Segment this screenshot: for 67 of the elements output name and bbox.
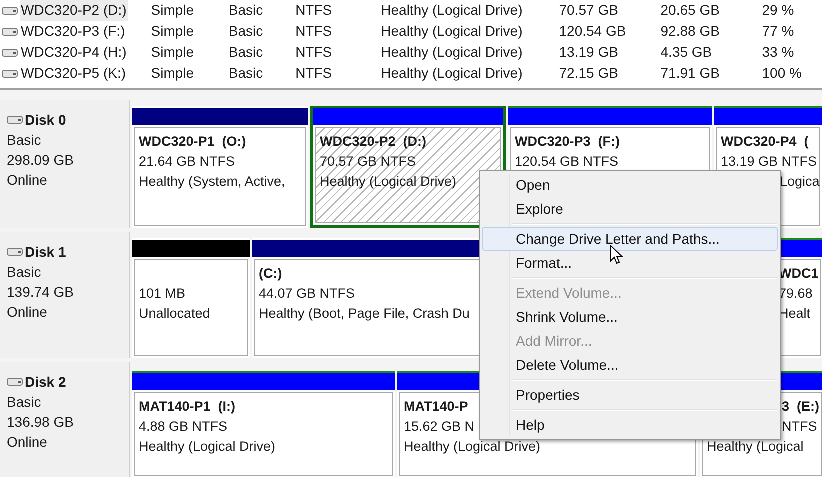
partition-status: Logica <box>779 173 820 191</box>
disk-name: Disk 2 <box>25 373 66 392</box>
partition-size: 79.68 <box>779 285 813 303</box>
table-cell-text: Basic <box>228 22 264 41</box>
table-cell-text: Basic <box>228 43 264 62</box>
table-cell-text: Simple <box>151 64 196 83</box>
partition-title: MAT140-P1 (I:) <box>139 398 236 416</box>
table-cell-text: NTFS <box>296 43 334 62</box>
table-cell-text: 77 % <box>762 22 796 41</box>
table-cell-text: Healthy (Logical Drive) <box>381 64 524 83</box>
table-cell-text: 20.65 GB <box>660 1 721 20</box>
table-cell-text: 72.15 GB <box>559 64 620 83</box>
partition-status: Healthy (Boot, Page File, Crash Du <box>259 305 470 323</box>
table-cell-text: 4.35 GB <box>660 43 714 62</box>
disk-status: Online <box>7 171 48 190</box>
table-cell-text: 70.57 GB <box>559 1 620 20</box>
partition-title: WDC1 <box>779 265 819 283</box>
table-cell-text: 120.54 GB <box>559 22 628 41</box>
disk-type: Basic <box>7 263 42 282</box>
partition-status: Healthy (Logical Drive) <box>139 438 276 456</box>
table-cell-text: 29 % <box>762 1 796 20</box>
partition-size: 44.07 GB NTFS <box>259 285 356 303</box>
partition-size: 101 MB <box>139 285 186 303</box>
table-cell-text: Simple <box>151 1 196 20</box>
partition-title: WDC320-P4 ( <box>721 133 809 151</box>
partition-status: Healthy (Logical Drive) <box>404 438 541 456</box>
partition-size: 15.62 GB N <box>404 418 475 436</box>
disk-size: 136.98 GB <box>7 413 75 432</box>
table-cell-text: 71.91 GB <box>660 64 721 83</box>
table-cell-text: NTFS <box>296 64 334 83</box>
table-cell-text: 13.19 GB <box>559 43 620 62</box>
table-cell-text: Healthy (Logical Drive) <box>381 22 524 41</box>
partition-title: WDC320-P3 (F:) <box>515 133 620 151</box>
disk-type: Basic <box>7 393 42 412</box>
table-cell-text: Simple <box>151 22 196 41</box>
disk-size: 298.09 GB <box>7 151 75 170</box>
partition-status: Healthy (Logical Drive) <box>320 173 457 191</box>
table-cell-text: Simple <box>151 43 196 62</box>
disk-name: Disk 0 <box>25 111 66 130</box>
partition-title: (C:) <box>259 265 282 283</box>
partition-size: 21.64 GB NTFS <box>139 153 236 171</box>
table-cell-text: Healthy (Logical Drive) <box>381 43 524 62</box>
partition-size: 4.88 GB NTFS <box>139 418 228 436</box>
table-cell-text: 33 % <box>762 43 796 62</box>
disk-status: Online <box>7 433 48 452</box>
disk-type: Basic <box>7 131 42 150</box>
table-cell-text: Basic <box>228 64 264 83</box>
table-cell-text: Basic <box>228 1 264 20</box>
partition-title: 3 (E:) <box>781 398 820 416</box>
table-cell-text: NTFS <box>296 22 334 41</box>
partition-status: Healthy (Logical <box>707 438 804 456</box>
disk-size: 139.74 GB <box>7 283 75 302</box>
partition-title: MAT140-P <box>404 398 468 416</box>
partition-size: 70.57 GB NTFS <box>320 153 416 171</box>
table-cell-text: Healthy (Logical Drive) <box>381 1 524 20</box>
partition-size: NTFS <box>781 418 818 436</box>
partition-title: WDC320-P1 (O:) <box>139 133 246 151</box>
table-cell-text: 100 % <box>762 64 803 83</box>
partition-status: Healthy (System, Active, <box>139 173 286 191</box>
partition-status: Unallocated <box>139 305 210 323</box>
disk-status: Online <box>7 303 48 322</box>
partition-size: 120.54 GB NTFS <box>515 153 619 171</box>
partition-title: WDC320-P2 (D:) <box>320 133 427 151</box>
partition-size: 13.19 GB NTFS <box>721 153 818 171</box>
table-cell-text: 92.88 GB <box>660 22 721 41</box>
disk-name: Disk 1 <box>25 243 66 262</box>
table-cell-text: NTFS <box>296 1 334 20</box>
